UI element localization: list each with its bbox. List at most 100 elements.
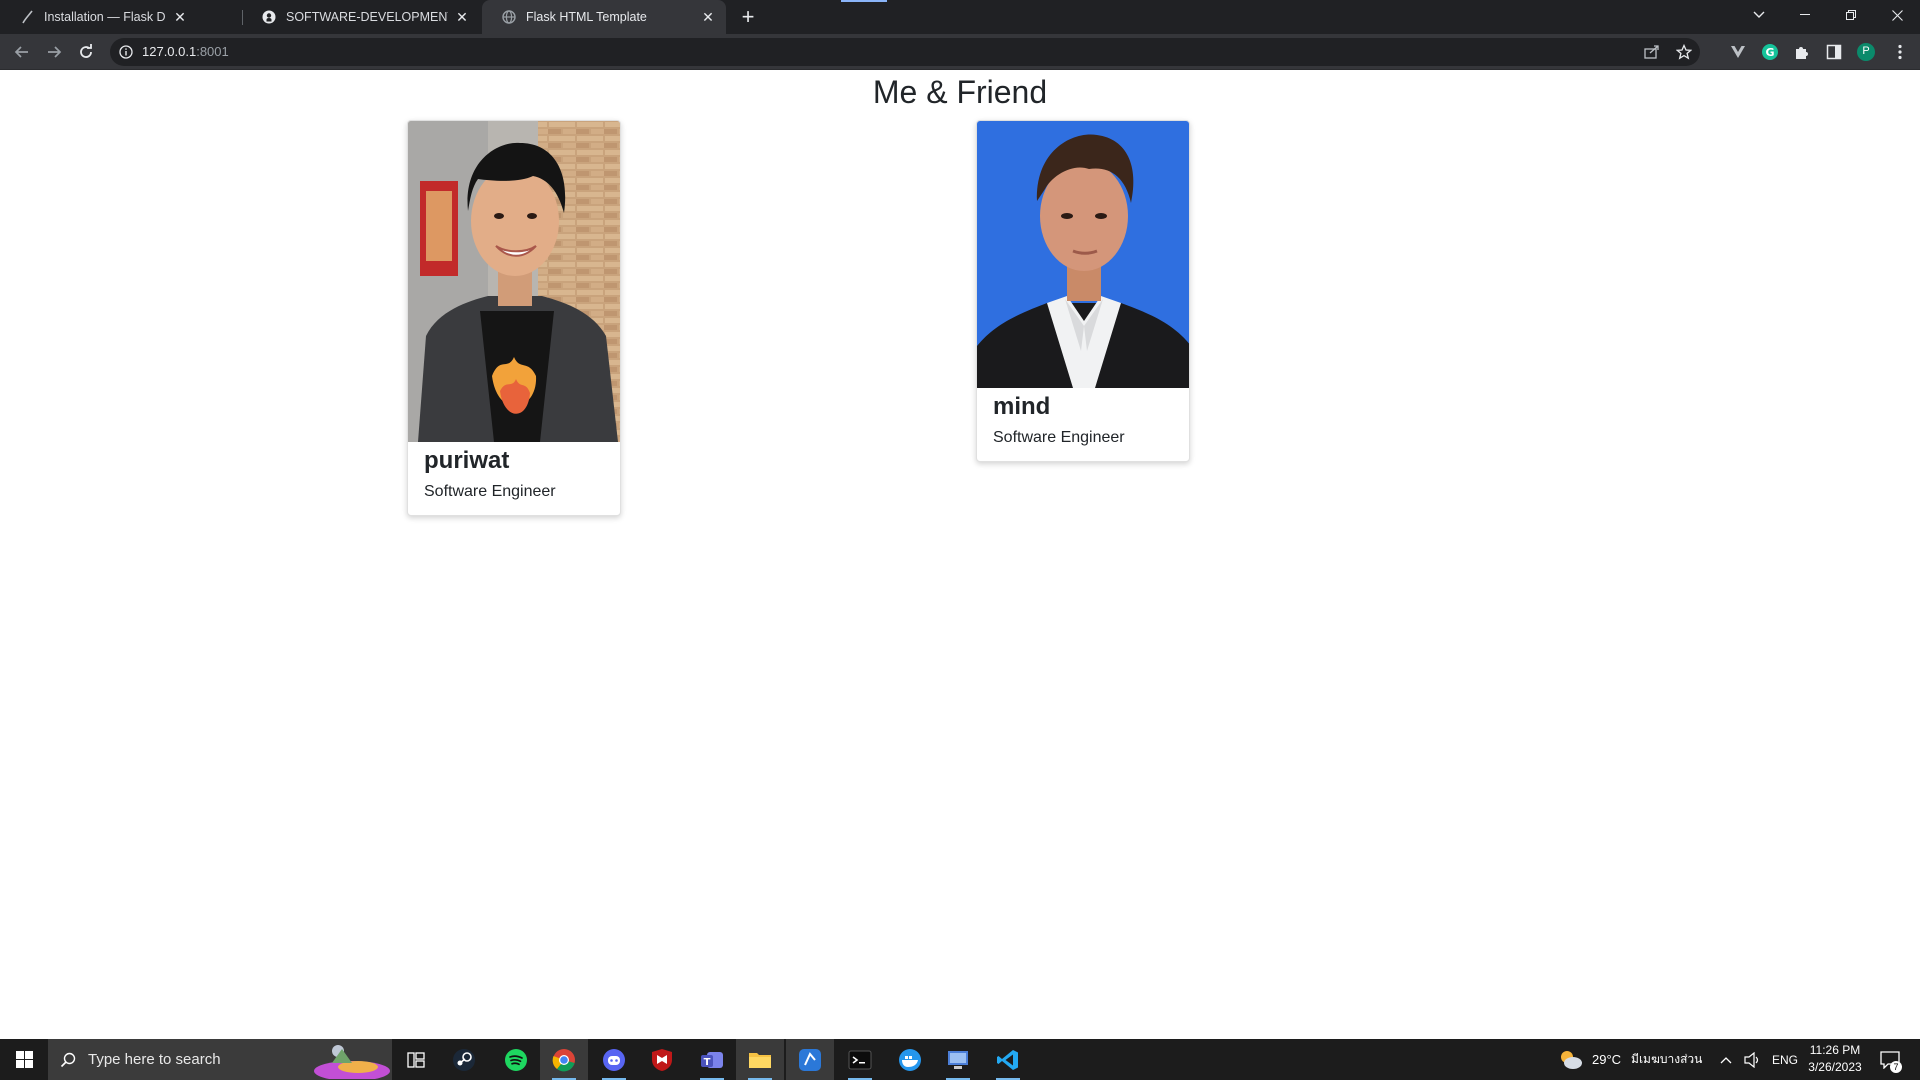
vscode-icon	[997, 1049, 1018, 1070]
profile-card: mind Software Engineer	[976, 120, 1190, 462]
browser-toolbar: 127.0.0.1:8001 G P	[0, 34, 1920, 70]
svg-text:G: G	[1765, 46, 1774, 59]
globe-icon	[502, 10, 516, 24]
new-tab-button[interactable]: +	[736, 3, 760, 31]
extensions-button[interactable]	[1790, 40, 1814, 64]
card-name: puriwat	[424, 447, 510, 474]
taskbar-app-spotify[interactable]	[492, 1039, 540, 1080]
tab-search-button[interactable]	[1736, 0, 1782, 30]
tab-title: Flask HTML Template	[526, 10, 647, 24]
close-icon[interactable]: ✕	[454, 9, 470, 25]
speaker-icon	[1744, 1051, 1759, 1068]
forward-button[interactable]	[40, 38, 68, 66]
grammarly-extension-button[interactable]: G	[1758, 40, 1782, 64]
docker-icon	[899, 1048, 921, 1071]
taskbar-app-mcafee[interactable]	[638, 1039, 686, 1080]
taskbar-app-teams[interactable]: T	[688, 1039, 736, 1080]
chrome-icon	[552, 1048, 575, 1071]
tab-github[interactable]: SOFTWARE-DEVELOPMENT-TOO ✕	[242, 0, 480, 34]
close-window-button[interactable]	[1874, 0, 1920, 30]
arrow-right-icon	[48, 46, 62, 58]
taskbar-app-discord[interactable]	[590, 1039, 638, 1080]
arrow-left-icon	[14, 46, 28, 58]
volume-button[interactable]	[1744, 1039, 1762, 1080]
search-placeholder: Type here to search	[88, 1051, 221, 1068]
remote-desktop-icon	[948, 1050, 968, 1069]
taskbar-clock[interactable]: 11:26 PM 3/26/2023	[1800, 1042, 1870, 1076]
clock-date: 3/26/2023	[1808, 1060, 1862, 1074]
close-icon	[1891, 9, 1903, 21]
tab-title: Installation — Flask Documentati	[44, 10, 166, 24]
vuetify-icon	[1731, 46, 1745, 58]
card-body: puriwat Software Engineer	[408, 442, 620, 515]
vuetify-extension-button[interactable]	[1726, 40, 1750, 64]
show-hidden-icons-button[interactable]	[1720, 1039, 1732, 1080]
bookmark-button[interactable]	[1672, 42, 1696, 62]
taskbar-app-remote[interactable]	[934, 1039, 982, 1080]
start-button[interactable]	[0, 1039, 48, 1080]
tab-title: SOFTWARE-DEVELOPMENT-TOO	[286, 10, 448, 24]
taskbar-app-vscode[interactable]	[984, 1039, 1032, 1080]
puzzle-icon	[1796, 47, 1808, 59]
card-role: Software Engineer	[993, 429, 1125, 446]
url-port: :8001	[196, 44, 229, 59]
star-icon	[1676, 44, 1692, 60]
discord-icon	[603, 1048, 625, 1071]
grammarly-icon: G	[1762, 44, 1778, 60]
task-view-button[interactable]	[392, 1039, 440, 1080]
reload-button[interactable]	[72, 38, 100, 66]
taskbar-app-file-explorer[interactable]	[736, 1039, 784, 1080]
page-title: Me & Friend	[872, 74, 1048, 110]
taskbar-app-docker[interactable]	[886, 1039, 934, 1080]
windows-taskbar: Type here to search T 29°C มีเมฆบางส่วน …	[0, 1039, 1920, 1081]
restore-icon	[1846, 10, 1856, 20]
card-role: Software Engineer	[424, 483, 556, 500]
side-panel-icon	[1826, 44, 1842, 60]
taskbar-app-terminal[interactable]	[836, 1039, 884, 1080]
share-button[interactable]	[1640, 42, 1664, 62]
teams-icon: T	[701, 1051, 723, 1068]
tab-flask-template[interactable]: Flask HTML Template ✕	[482, 0, 726, 34]
minimize-button[interactable]	[1782, 0, 1828, 30]
profile-photo	[977, 121, 1189, 388]
clock-time: 11:26 PM	[1809, 1043, 1861, 1057]
notification-center-button[interactable]: 7	[1880, 1039, 1902, 1080]
card-name: mind	[993, 393, 1051, 420]
weather-temp: 29°C	[1592, 1052, 1622, 1067]
search-icon	[48, 1052, 88, 1068]
taskbar-search[interactable]: Type here to search	[48, 1039, 392, 1081]
tab-flask-docs[interactable]: Installation — Flask Documentati ✕	[0, 0, 198, 34]
steam-icon	[453, 1048, 475, 1071]
reload-icon	[80, 44, 92, 58]
partly-cloudy-icon	[1561, 1050, 1582, 1069]
close-icon[interactable]: ✕	[700, 9, 716, 25]
language-text: ENG	[1772, 1052, 1799, 1067]
svg-text:T: T	[704, 1057, 711, 1068]
github-icon	[262, 10, 276, 24]
search-highlight-image	[312, 1041, 392, 1081]
mcafee-shield-icon	[652, 1048, 672, 1071]
tab-search-indicator	[841, 0, 887, 2]
restore-button[interactable]	[1828, 0, 1874, 30]
share-icon	[1644, 45, 1659, 59]
windows-icon	[15, 1051, 33, 1068]
close-icon[interactable]: ✕	[172, 9, 188, 25]
taskbar-app-bing-chat[interactable]	[786, 1039, 834, 1080]
info-icon[interactable]	[118, 44, 134, 60]
weather-widget[interactable]: 29°C มีเมฆบางส่วน	[1558, 1039, 1702, 1080]
taskbar-app-steam[interactable]	[440, 1039, 488, 1080]
more-vert-icon	[1898, 44, 1902, 60]
flask-icon	[20, 10, 34, 24]
menu-button[interactable]	[1888, 40, 1912, 64]
terminal-icon	[848, 1050, 872, 1069]
side-panel-button[interactable]	[1822, 40, 1846, 64]
taskbar-app-chrome[interactable]	[540, 1039, 588, 1080]
chevron-up-icon	[1720, 1056, 1732, 1063]
chevron-down-icon	[1753, 11, 1765, 18]
url-text: 127.0.0.1:8001	[142, 44, 229, 59]
profile-button[interactable]: P	[1854, 40, 1878, 64]
language-indicator[interactable]: ENG	[1772, 1039, 1798, 1080]
notification-count: 7	[1890, 1061, 1902, 1073]
back-button[interactable]	[8, 38, 36, 66]
address-bar[interactable]: 127.0.0.1:8001	[110, 38, 1700, 66]
